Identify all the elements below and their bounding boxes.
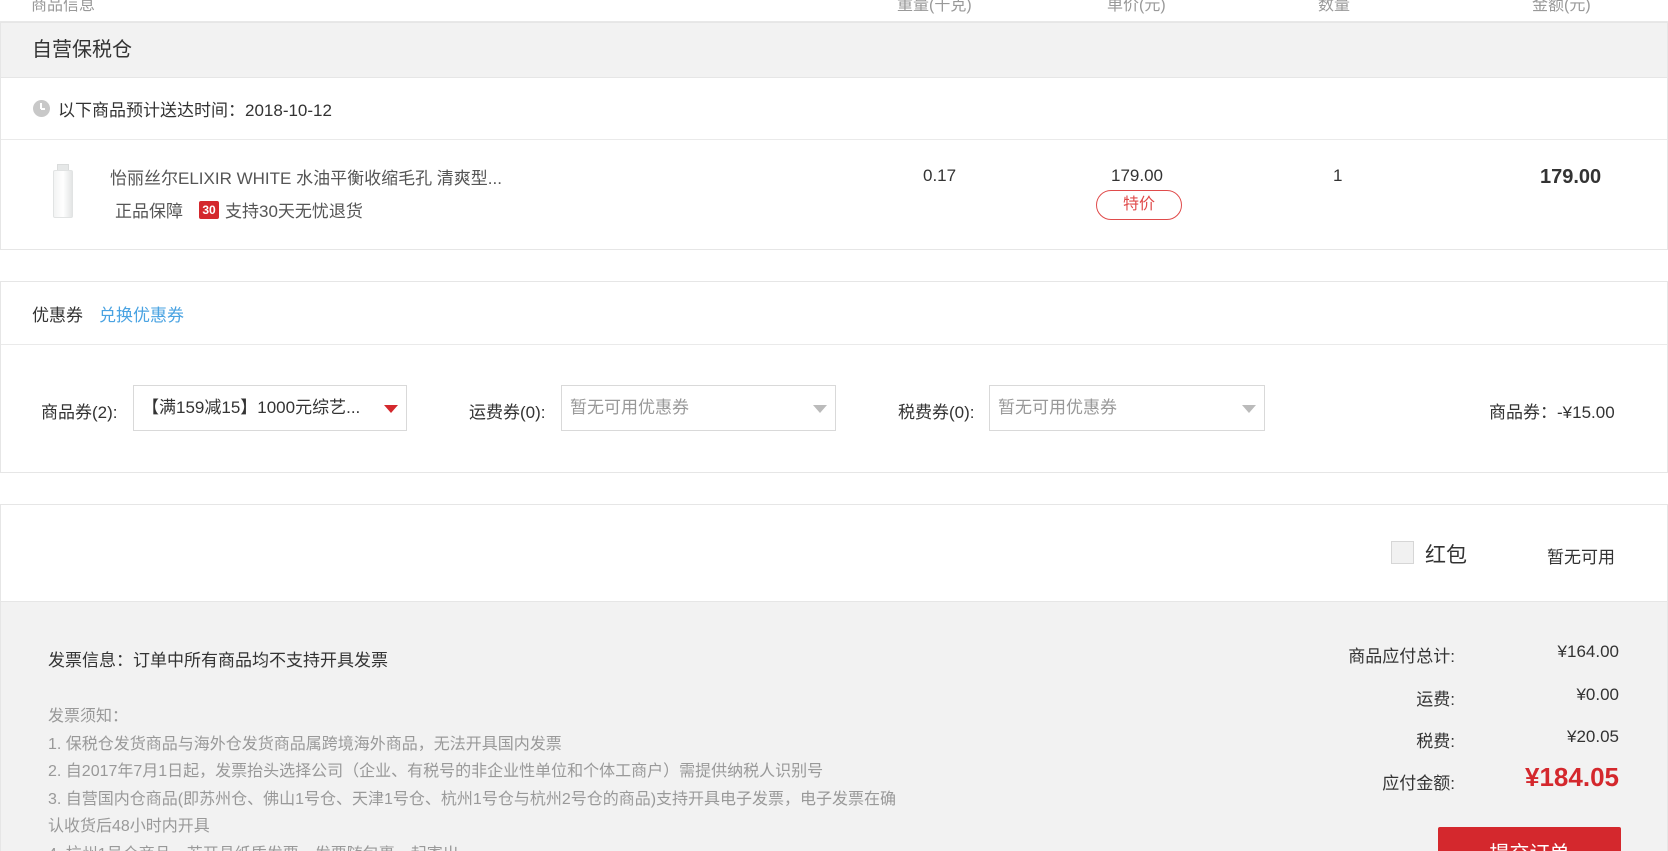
invoice-note-3-cont: 认收货后48小时内开具 xyxy=(48,818,210,835)
product-badges: 正品保障 30 支持30天无忧退货 xyxy=(115,197,363,222)
column-header: 商品信息 重量(千克) 单价(元) 数量 金额(元) xyxy=(0,0,1668,22)
shipping-coupon-label: 运费券(0): xyxy=(469,403,546,422)
coupon-section: 优惠券 兑换优惠券 xyxy=(0,281,1668,473)
invoice-note-4: 4. 杭州1号仓商品，若开具纸质发票，发票随包裹一起寄出 xyxy=(48,841,896,851)
product-quantity: 1 xyxy=(1333,166,1343,185)
product-thumbnail[interactable] xyxy=(47,164,79,220)
invoice-note-3: 3. 自营国内仓商品(即苏州仓、佛山1号仓、天津1号仓、杭州1号仓与杭州2号仓的… xyxy=(48,790,897,808)
invoice-note-1: 1. 保税仓发货商品与海外仓发货商品属跨境海外商品，无法开具国内发票 xyxy=(48,735,562,753)
header-unit-price: 单价(元) xyxy=(1107,0,1166,14)
invoice-note-2: 2. 自2017年7月1日起，发票抬头选择公司（企业、有税号的非企业性单位和个体… xyxy=(48,763,824,780)
warehouse-title: 自营保税仓 xyxy=(1,23,1667,78)
payable-label: 应付金额: xyxy=(1382,774,1455,793)
return-30-icon: 30 xyxy=(199,200,219,219)
red-packet-status: 暂无可用 xyxy=(1547,548,1615,567)
header-quantity: 数量 xyxy=(1318,0,1351,14)
red-packet-checkbox[interactable] xyxy=(1391,541,1414,564)
tax-fee-label: 税费: xyxy=(1416,732,1455,751)
product-weight: 0.17 xyxy=(923,166,957,185)
bottle-shape xyxy=(53,170,73,218)
invoice-info: 发票信息：订单中所有商品均不支持开具发票 xyxy=(48,651,388,670)
redeem-coupon-link[interactable]: 兑换优惠券 xyxy=(99,301,184,326)
goods-coupon-value: 【满159减15】1000元综艺... xyxy=(142,398,361,417)
return-policy-label: 支持30天无忧退货 xyxy=(225,202,363,221)
goods-coupon-label: 商品券(2): xyxy=(41,403,118,422)
delivery-estimate: 以下商品预计送达时间：2018-10-12 xyxy=(1,78,1667,140)
product-amount: 179.00 xyxy=(1540,166,1602,188)
guarantee-label: 正品保障 xyxy=(115,202,183,221)
chevron-down-icon xyxy=(384,405,398,413)
red-packet-label[interactable]: 红包 xyxy=(1425,539,1467,569)
goods-total-label: 商品应付总计: xyxy=(1348,647,1455,666)
product-name[interactable]: 怡丽丝尔ELIXIR WHITE 水油平衡收缩毛孔 清爽型... xyxy=(110,164,502,189)
product-row: 怡丽丝尔ELIXIR WHITE 水油平衡收缩毛孔 清爽型... 正品保障 30… xyxy=(1,140,1667,248)
delivery-text: 以下商品预计送达时间：2018-10-12 xyxy=(58,101,332,120)
tax-coupon-label: 税费券(0): xyxy=(898,403,975,422)
coupon-discount-summary: 商品券：-¥15.00 xyxy=(1489,403,1615,422)
submit-order-button[interactable]: 提交订单 xyxy=(1438,827,1621,851)
header-amount: 金额(元) xyxy=(1532,0,1591,14)
warehouse-section: 自营保税仓 以下商品预计送达时间：2018-10-12 怡丽丝尔ELIXIR W… xyxy=(0,22,1668,250)
goods-coupon-select[interactable]: 【满159减15】1000元综艺... xyxy=(133,385,407,431)
header-product-info: 商品信息 xyxy=(31,0,96,14)
clock-icon xyxy=(33,100,50,117)
shipping-fee-label: 运费: xyxy=(1416,690,1455,709)
tax-coupon-select[interactable]: 暂无可用优惠券 xyxy=(989,385,1265,431)
tax-fee-value: ¥20.05 xyxy=(1567,727,1619,746)
payable-value: ¥184.05 xyxy=(1525,762,1619,792)
coupon-title: 优惠券 xyxy=(32,305,83,325)
order-summary: 发票信息：订单中所有商品均不支持开具发票 发票须知： 1. 保税仓发货商品与海外… xyxy=(0,601,1668,851)
red-packet-section: 红包 暂无可用 xyxy=(0,504,1668,602)
invoice-notes-title: 发票须知： xyxy=(48,708,129,725)
shipping-fee-value: ¥0.00 xyxy=(1576,685,1619,704)
chevron-down-icon xyxy=(813,405,827,413)
product-price: 179.00 xyxy=(1111,166,1163,185)
goods-total-value: ¥164.00 xyxy=(1557,642,1619,661)
shipping-coupon-placeholder: 暂无可用优惠券 xyxy=(570,398,689,417)
coupon-header: 优惠券 兑换优惠券 xyxy=(1,282,1667,345)
invoice-notes: 发票须知： 1. 保税仓发货商品与海外仓发货商品属跨境海外商品，无法开具国内发票… xyxy=(48,703,896,851)
chevron-down-icon xyxy=(1242,405,1256,413)
shipping-coupon-select[interactable]: 暂无可用优惠券 xyxy=(561,385,836,431)
tax-coupon-placeholder: 暂无可用优惠券 xyxy=(998,398,1117,417)
header-weight: 重量(千克) xyxy=(897,0,972,14)
special-price-tag: 特价 xyxy=(1096,190,1182,220)
